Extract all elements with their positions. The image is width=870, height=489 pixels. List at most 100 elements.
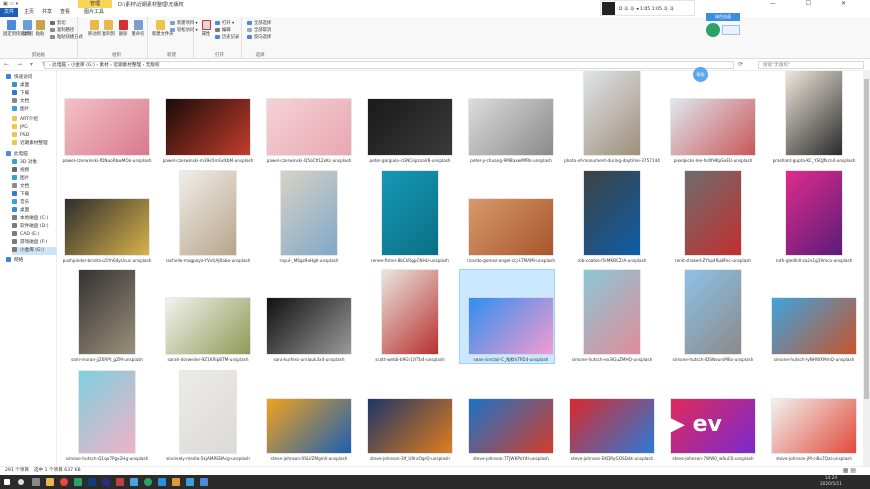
sidebar-item[interactable]: 视频 bbox=[12, 167, 62, 175]
app-icon-blue-2[interactable] bbox=[158, 478, 166, 486]
select-all-button[interactable]: 全部选择 bbox=[247, 20, 271, 26]
refresh-icon[interactable]: ⟳ bbox=[738, 61, 743, 68]
delete-button[interactable]: 删除 bbox=[117, 20, 129, 37]
sidebar-item[interactable]: 3D 对象 bbox=[12, 159, 62, 167]
paste-button[interactable]: 粘贴 bbox=[34, 20, 46, 37]
image-thumbnail[interactable] bbox=[469, 298, 553, 354]
photoshop-icon[interactable] bbox=[88, 478, 96, 486]
image-thumbnail[interactable] bbox=[166, 99, 250, 155]
tab-home[interactable]: 主页 bbox=[20, 8, 38, 17]
view-toggle-icon[interactable]: ▦ ▤ bbox=[843, 467, 856, 475]
image-thumbnail[interactable] bbox=[65, 199, 149, 255]
image-thumbnail[interactable] bbox=[469, 99, 553, 155]
file-explorer-icon[interactable] bbox=[46, 478, 54, 486]
image-thumbnail[interactable] bbox=[368, 99, 452, 155]
sidebar-item[interactable]: 音乐 bbox=[12, 199, 62, 207]
image-thumbnail[interactable] bbox=[584, 71, 640, 155]
task-view-icon[interactable] bbox=[32, 478, 40, 486]
image-thumbnail[interactable] bbox=[786, 71, 842, 155]
copy-to-button[interactable]: 复制到 bbox=[102, 20, 115, 37]
quick-access-toolbar[interactable]: ▣ ▭ ▾ bbox=[3, 1, 18, 7]
floating-help-bubble[interactable]: 帮助 bbox=[693, 67, 708, 82]
sidebar-item[interactable]: 软件磁盘 (D:) bbox=[12, 223, 62, 231]
copy-path-button[interactable]: 复制路径 bbox=[50, 27, 74, 33]
image-thumbnail[interactable] bbox=[685, 171, 741, 255]
app-icon-orange[interactable] bbox=[172, 478, 180, 486]
sidebar-item[interactable]: PSD bbox=[12, 132, 62, 140]
sidebar-item[interactable]: 此电脑 bbox=[6, 151, 56, 159]
image-thumbnail[interactable] bbox=[79, 371, 135, 453]
image-thumbnail[interactable] bbox=[267, 399, 351, 453]
edit-button[interactable]: 编辑 bbox=[215, 27, 231, 33]
app-icon-green[interactable] bbox=[74, 478, 82, 486]
image-thumbnail[interactable] bbox=[180, 371, 236, 453]
image-thumbnail[interactable] bbox=[469, 199, 553, 255]
image-thumbnail[interactable] bbox=[180, 171, 236, 255]
new-item-button[interactable]: 新建项目 ▾ bbox=[170, 20, 198, 26]
search-icon[interactable] bbox=[18, 479, 24, 485]
image-thumbnail[interactable] bbox=[281, 171, 337, 255]
image-thumbnail[interactable] bbox=[685, 270, 741, 354]
image-thumbnail[interactable] bbox=[786, 171, 842, 255]
tab-file[interactable]: 文件 bbox=[0, 8, 18, 17]
speed-widget[interactable]: 绿色加速 bbox=[706, 13, 746, 41]
pin-to-quick-access-button[interactable]: 固定到快速访问 bbox=[3, 20, 33, 37]
properties-button[interactable]: 属性 bbox=[200, 20, 212, 37]
wechat-icon[interactable] bbox=[144, 478, 152, 486]
sidebar-item[interactable]: 文档⊿ bbox=[12, 98, 62, 106]
image-thumbnail[interactable] bbox=[368, 399, 452, 453]
image-thumbnail[interactable] bbox=[382, 171, 438, 255]
search-input[interactable]: 搜索"无版权" bbox=[758, 61, 864, 69]
image-thumbnail[interactable] bbox=[267, 99, 351, 155]
sidebar-item[interactable]: ART介绍 bbox=[12, 116, 62, 124]
cut-button[interactable]: 剪切 bbox=[50, 20, 66, 26]
open-button[interactable]: 打开 ▾ bbox=[215, 20, 234, 26]
image-thumbnail[interactable] bbox=[772, 399, 856, 453]
image-thumbnail[interactable] bbox=[382, 270, 438, 354]
app-icon-lightblue[interactable] bbox=[186, 478, 194, 486]
sidebar-item[interactable]: 图片 bbox=[12, 175, 62, 183]
rename-button[interactable]: 重命名 bbox=[131, 20, 145, 37]
sidebar-item[interactable]: CAD (E:) bbox=[12, 231, 62, 239]
nav-buttons[interactable]: ← → ▾ ↑ bbox=[4, 61, 49, 68]
contextual-tab-manage[interactable]: 管理 bbox=[78, 0, 112, 8]
sidebar-item[interactable]: 网络 bbox=[6, 257, 56, 265]
history-button[interactable]: 历史记录 bbox=[215, 34, 239, 40]
sidebar-item[interactable]: 图片⊿ bbox=[12, 106, 62, 114]
media-overlay-card[interactable]: D 斗 斗 ◂ 1:05 1:05 斗 斗 bbox=[600, 0, 695, 16]
sidebar-item[interactable]: 本地磁盘 (C:) bbox=[12, 215, 62, 223]
move-to-button[interactable]: 移动到 bbox=[88, 20, 101, 37]
sidebar-item[interactable]: 游戏磁盘 (F:) bbox=[12, 239, 62, 247]
start-icon[interactable] bbox=[4, 479, 10, 485]
select-none-button[interactable]: 全部取消 bbox=[247, 27, 271, 33]
image-thumbnail[interactable] bbox=[772, 298, 856, 354]
sidebar-item[interactable]: 近期素材整理 bbox=[12, 140, 62, 148]
paste-shortcut-button[interactable]: 粘贴快捷方式 bbox=[50, 34, 83, 40]
premiere-icon[interactable] bbox=[102, 478, 110, 486]
sidebar-item[interactable]: 快速访问 bbox=[6, 74, 56, 82]
sidebar-item[interactable]: 小金库 (G:) bbox=[12, 247, 62, 255]
image-thumbnail[interactable] bbox=[65, 99, 149, 155]
image-thumbnail[interactable] bbox=[671, 99, 755, 155]
image-thumbnail[interactable] bbox=[469, 399, 553, 453]
vertical-scrollbar[interactable] bbox=[863, 71, 870, 466]
window-controls[interactable]: — ☐ ✕ bbox=[770, 0, 860, 7]
image-thumbnail[interactable] bbox=[584, 171, 640, 255]
sidebar-item[interactable]: 桌面 bbox=[12, 207, 62, 215]
image-thumbnail[interactable] bbox=[584, 270, 640, 354]
tab-picture-tools[interactable]: 图片工具 bbox=[80, 8, 108, 17]
sidebar-item[interactable]: 桌面⊿ bbox=[12, 82, 62, 90]
scrollbar-thumb[interactable] bbox=[864, 79, 869, 399]
copy-button[interactable]: 复制 bbox=[21, 20, 33, 37]
app-icon-blue[interactable] bbox=[130, 478, 138, 486]
easy-access-button[interactable]: 轻松访问 ▾ bbox=[170, 27, 198, 33]
image-thumbnail[interactable] bbox=[166, 298, 250, 354]
chrome-icon[interactable] bbox=[60, 478, 68, 486]
image-thumbnail[interactable] bbox=[267, 298, 351, 354]
sidebar-item[interactable]: 下载⊿ bbox=[12, 90, 62, 98]
sidebar-item[interactable]: 文档 bbox=[12, 183, 62, 191]
invert-selection-button[interactable]: 反向选择 bbox=[247, 34, 271, 40]
sidebar-item[interactable]: 下载 bbox=[12, 191, 62, 199]
image-thumbnail[interactable] bbox=[570, 399, 654, 453]
app-icon-blue-3[interactable] bbox=[200, 478, 208, 486]
